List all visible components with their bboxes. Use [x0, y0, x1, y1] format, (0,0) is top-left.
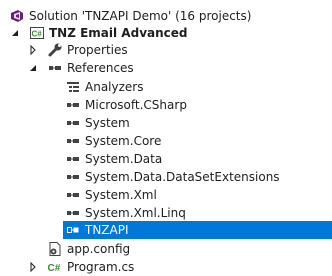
- tree-item[interactable]: System.Data: [0, 150, 332, 168]
- solution-explorer-tree: Solution 'TNZAPI Demo' (16 projects) C# TN…: [0, 0, 332, 274]
- tree-item-label: System.Data.DataSetExtensions: [85, 170, 280, 184]
- tree-item[interactable]: C# TNZ Email Advanced: [0, 24, 332, 42]
- assembly-reference-icon: [65, 133, 81, 149]
- project-reference-icon: [65, 222, 81, 238]
- references-icon: [47, 60, 63, 76]
- tree-item[interactable]: TNZAPI: [0, 221, 332, 239]
- assembly-reference-icon: [65, 115, 81, 131]
- tree-item[interactable]: System.Xml: [0, 186, 332, 204]
- tree-item-label: System.Core: [85, 134, 162, 148]
- tree-item[interactable]: References: [0, 59, 332, 77]
- tree-item[interactable]: Analyzers: [0, 78, 332, 96]
- tree-item-label: System: [85, 116, 130, 130]
- solution-icon: [9, 8, 25, 24]
- tree-item-label: System.Data: [85, 152, 163, 166]
- assembly-reference-icon: [65, 187, 81, 203]
- csharp-project-icon: C#: [29, 25, 45, 41]
- svg-text:C#: C#: [48, 263, 61, 274]
- analyzers-icon: [65, 79, 81, 95]
- tree-item-label: References: [67, 61, 134, 75]
- expanded-arrow-icon[interactable]: [8, 26, 22, 40]
- csharp-file-icon: C#: [47, 259, 63, 275]
- tree-item-label: System.Xml: [85, 188, 157, 202]
- tree-item-label: Analyzers: [85, 80, 144, 94]
- assembly-reference-icon: [65, 205, 81, 221]
- tree-item-label: System.Xml.Linq: [85, 206, 186, 220]
- tree-item[interactable]: C# Program.cs: [0, 258, 332, 276]
- tree-item[interactable]: app.config: [0, 240, 332, 258]
- collapsed-arrow-icon[interactable]: [26, 43, 40, 57]
- tree-item-label: Program.cs: [67, 260, 135, 274]
- tree-item[interactable]: System: [0, 114, 332, 132]
- config-file-icon: [47, 241, 63, 257]
- tree-item[interactable]: System.Xml.Linq: [0, 204, 332, 222]
- assembly-reference-icon: [65, 151, 81, 167]
- tree-item-label: Properties: [67, 43, 128, 57]
- tree-item-label: Microsoft.CSharp: [85, 98, 187, 112]
- tree-item[interactable]: Solution 'TNZAPI Demo' (16 projects): [0, 7, 332, 25]
- tree-item[interactable]: Microsoft.CSharp: [0, 96, 332, 114]
- assembly-reference-icon: [65, 169, 81, 185]
- tree-item[interactable]: System.Data.DataSetExtensions: [0, 168, 332, 186]
- tree-item-label: TNZ Email Advanced: [49, 26, 188, 40]
- expanded-arrow-icon[interactable]: [26, 61, 40, 75]
- collapsed-arrow-icon[interactable]: [26, 260, 40, 274]
- tree-item[interactable]: Properties: [0, 41, 332, 59]
- svg-text:C#: C#: [32, 30, 43, 39]
- tree-item-label: app.config: [67, 242, 131, 256]
- assembly-reference-icon: [65, 97, 81, 113]
- wrench-icon: [47, 42, 63, 58]
- tree-item[interactable]: System.Core: [0, 132, 332, 150]
- tree-item-label: TNZAPI: [85, 223, 129, 237]
- tree-item-label: Solution 'TNZAPI Demo' (16 projects): [29, 9, 252, 23]
